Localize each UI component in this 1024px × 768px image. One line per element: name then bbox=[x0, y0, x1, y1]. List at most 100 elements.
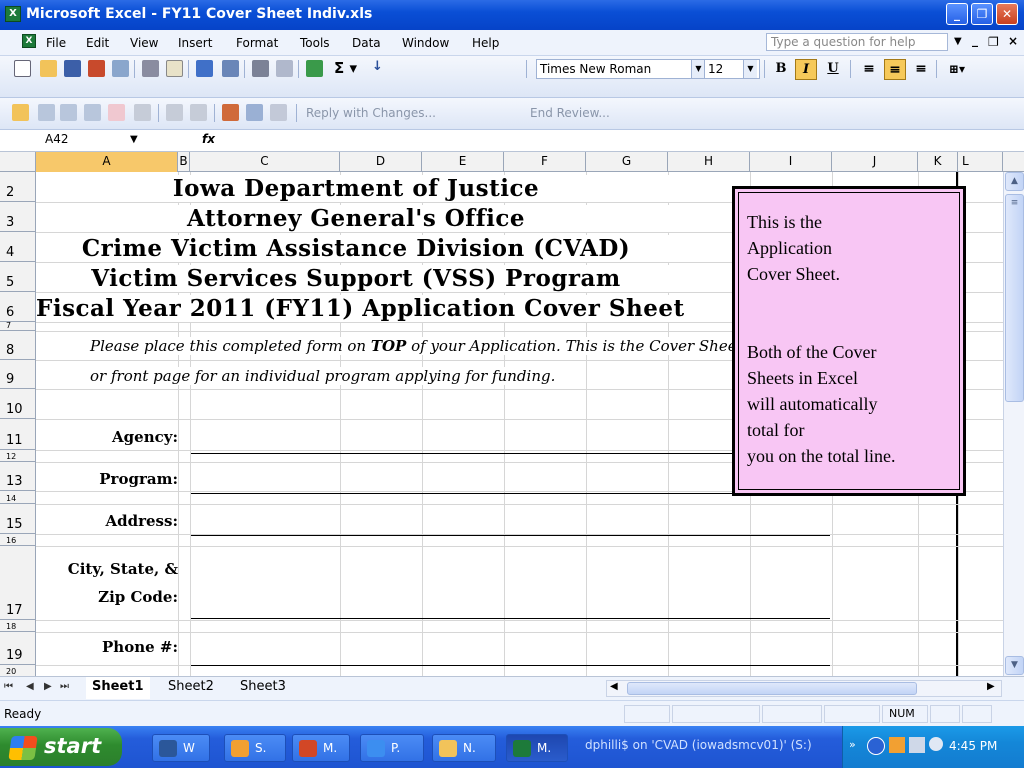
scroll-right-icon[interactable]: ▶ bbox=[987, 681, 995, 692]
last-sheet-icon[interactable]: ⏭ bbox=[60, 681, 69, 692]
row-header[interactable]: 13 bbox=[0, 462, 36, 491]
col-header-k[interactable]: K bbox=[918, 152, 958, 172]
edit-icon[interactable] bbox=[222, 104, 239, 121]
row-header[interactable]: 12 bbox=[0, 450, 36, 462]
help-search-input[interactable]: Type a question for help bbox=[766, 33, 948, 51]
network-drive-toolbar[interactable]: dphilli$ on 'CVAD (iowadsmcv01)' (S:) bbox=[585, 738, 812, 752]
scroll-down-icon[interactable]: ▼ bbox=[1005, 656, 1024, 675]
col-header-j[interactable]: J bbox=[832, 152, 918, 172]
row-header[interactable]: 2 bbox=[0, 172, 36, 202]
row-header[interactable]: 6 bbox=[0, 292, 36, 322]
row-header[interactable]: 5 bbox=[0, 262, 36, 292]
scroll-up-icon[interactable]: ▲ bbox=[1005, 172, 1024, 191]
col-header-d[interactable]: D bbox=[340, 152, 422, 172]
tab-sheet3[interactable]: Sheet3 bbox=[234, 677, 292, 699]
cell-comment[interactable]: This is the Application Cover Sheet. Bot… bbox=[732, 186, 966, 496]
menu-view[interactable]: View bbox=[130, 36, 158, 50]
tray-expand-icon[interactable]: » bbox=[849, 738, 856, 751]
taskbar-item-s[interactable]: S. bbox=[224, 734, 286, 762]
address-field[interactable] bbox=[190, 535, 830, 536]
taskbar-item-ie[interactable]: P. bbox=[360, 734, 424, 762]
permission-icon[interactable] bbox=[88, 60, 105, 77]
row-header[interactable]: 14 bbox=[0, 491, 36, 504]
align-right-icon[interactable]: ≡ bbox=[910, 59, 932, 80]
borders-icon[interactable]: ⊞▾ bbox=[946, 59, 968, 80]
show-comment-icon[interactable] bbox=[108, 104, 125, 121]
menu-edit[interactable]: Edit bbox=[86, 36, 109, 50]
row-header[interactable]: 4 bbox=[0, 232, 36, 262]
minimize-button[interactable]: _ bbox=[946, 3, 968, 25]
row-header[interactable]: 3 bbox=[0, 202, 36, 232]
horizontal-scrollbar[interactable]: ◀ ▶ bbox=[606, 680, 1002, 697]
excel-icon[interactable]: X bbox=[5, 6, 21, 22]
phone-field[interactable] bbox=[190, 665, 830, 666]
formula-input[interactable] bbox=[220, 132, 1020, 150]
taskbar-item-word[interactable]: W bbox=[152, 734, 210, 762]
first-sheet-icon[interactable]: ⏮ bbox=[4, 681, 13, 692]
tray-search-icon[interactable] bbox=[929, 737, 943, 751]
align-left-icon[interactable]: ≡ bbox=[858, 59, 880, 80]
font-dropdown-icon[interactable]: ▼ bbox=[691, 60, 705, 78]
select-all-corner[interactable] bbox=[0, 152, 36, 172]
row-header[interactable]: 11 bbox=[0, 419, 36, 450]
city-field[interactable] bbox=[190, 618, 830, 619]
save-icon[interactable] bbox=[64, 60, 81, 77]
cut-icon[interactable] bbox=[252, 60, 269, 77]
col-header-b[interactable]: B bbox=[178, 152, 190, 172]
close-button[interactable]: ✕ bbox=[996, 3, 1018, 25]
bold-button[interactable]: B bbox=[770, 59, 792, 80]
restore-button[interactable]: ❐ bbox=[971, 3, 993, 25]
name-box-dropdown-icon[interactable]: ▼ bbox=[130, 134, 138, 145]
workbook-icon[interactable]: X bbox=[22, 34, 36, 48]
horizontal-scroll-thumb[interactable] bbox=[627, 682, 917, 695]
menu-file[interactable]: File bbox=[46, 36, 66, 50]
hyperlink-icon[interactable] bbox=[306, 60, 323, 77]
row-header[interactable]: 16 bbox=[0, 534, 36, 546]
row-header[interactable]: 20 bbox=[0, 665, 36, 676]
row-header[interactable]: 15 bbox=[0, 504, 36, 534]
row-header[interactable]: 18 bbox=[0, 620, 36, 632]
taskbar-item-excel[interactable]: M. bbox=[506, 734, 568, 762]
next-sheet-icon[interactable]: ▶ bbox=[44, 681, 52, 692]
folder-icon[interactable] bbox=[12, 104, 29, 121]
reviewing-pane-icon[interactable] bbox=[246, 104, 263, 121]
vertical-scrollbar[interactable]: ▲ ≡ ▼ bbox=[1003, 172, 1024, 676]
copy-icon[interactable] bbox=[276, 60, 293, 77]
doc-minimize-icon[interactable]: _ bbox=[972, 33, 978, 47]
menu-format[interactable]: Format bbox=[236, 36, 278, 50]
col-header-l[interactable]: L bbox=[958, 152, 1003, 172]
spelling-icon[interactable] bbox=[196, 60, 213, 77]
sort-ascending-icon[interactable]: ↓ bbox=[372, 59, 383, 74]
tray-back-icon[interactable] bbox=[867, 737, 885, 755]
row-header[interactable]: 17 bbox=[0, 546, 36, 620]
menu-window[interactable]: Window bbox=[402, 36, 449, 50]
menu-tools[interactable]: Tools bbox=[300, 36, 330, 50]
font-name-select[interactable]: Times New Roman ▼ bbox=[536, 59, 708, 79]
italic-button[interactable]: I bbox=[795, 59, 817, 80]
tray-outlook-icon[interactable] bbox=[889, 737, 905, 753]
menu-insert[interactable]: Insert bbox=[178, 36, 212, 50]
row-header[interactable]: 7 bbox=[0, 322, 36, 331]
row-header[interactable]: 8 bbox=[0, 331, 36, 360]
col-header-e[interactable]: E bbox=[422, 152, 504, 172]
col-header-i[interactable]: I bbox=[750, 152, 832, 172]
row-header[interactable]: 19 bbox=[0, 632, 36, 665]
row-header[interactable]: 9 bbox=[0, 360, 36, 389]
ink-icon[interactable] bbox=[270, 104, 287, 121]
font-size-dropdown-icon[interactable]: ▼ bbox=[743, 60, 757, 78]
print-preview-icon[interactable] bbox=[166, 60, 183, 77]
col-header-a[interactable]: A bbox=[36, 152, 178, 172]
vertical-scroll-thumb[interactable]: ≡ bbox=[1005, 194, 1024, 402]
col-header-g[interactable]: G bbox=[586, 152, 668, 172]
underline-button[interactable]: U bbox=[822, 59, 844, 80]
tab-sheet1[interactable]: Sheet1 bbox=[86, 677, 150, 699]
insert-function-icon[interactable]: fx bbox=[202, 132, 215, 146]
col-header-f[interactable]: F bbox=[504, 152, 586, 172]
doc-restore-icon[interactable]: ❐ bbox=[988, 35, 999, 49]
tab-sheet2[interactable]: Sheet2 bbox=[162, 677, 220, 699]
font-size-select[interactable]: 12 ▼ bbox=[704, 59, 760, 79]
start-button[interactable]: start bbox=[0, 728, 122, 766]
menu-help[interactable]: Help bbox=[472, 36, 499, 50]
align-center-icon[interactable]: ≡ bbox=[884, 59, 906, 80]
doc-close-icon[interactable]: × bbox=[1008, 34, 1018, 48]
